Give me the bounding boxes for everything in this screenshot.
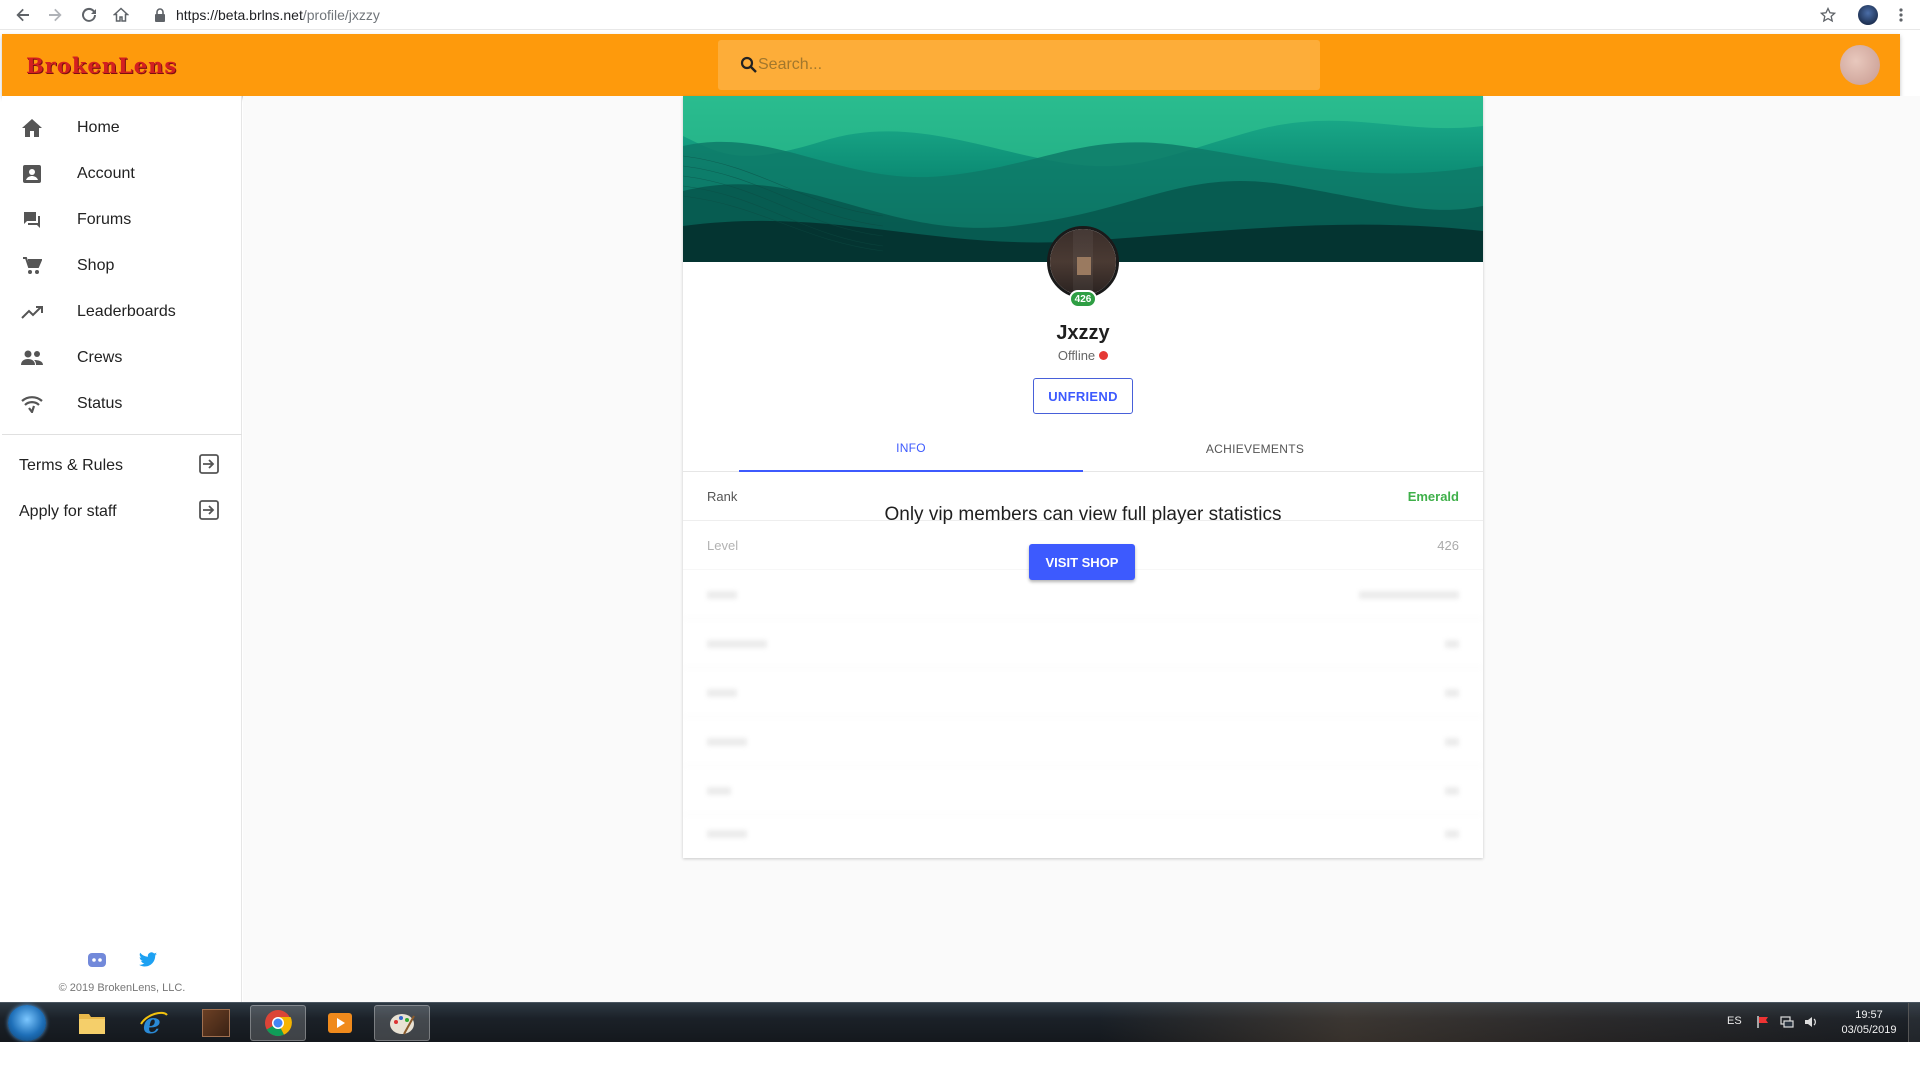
sidebar-item-label: Crews	[77, 349, 123, 366]
game-app-icon[interactable]	[188, 1005, 244, 1041]
main-content: 426 Jxzzy Offline UNFRIEND INFO ACHIEVEM…	[243, 96, 1920, 1002]
lock-icon	[155, 8, 165, 22]
browser-toolbar: https://beta.brlns.net/profile/jxzzy	[0, 0, 1920, 30]
volume-icon[interactable]	[1804, 1015, 1818, 1029]
bookmark-star-icon[interactable]	[1815, 2, 1841, 28]
file-explorer-icon[interactable]	[64, 1005, 120, 1041]
language-indicator[interactable]: ES	[1727, 1015, 1742, 1027]
reload-icon[interactable]	[76, 2, 102, 28]
sidebar-item-label: Home	[77, 119, 120, 136]
action-center-flag-icon[interactable]	[1756, 1015, 1770, 1029]
user-avatar[interactable]	[1840, 45, 1880, 85]
sidebar: Home Account Forums Shop Leaderboards Cr…	[2, 96, 242, 1002]
sidebar-item-home[interactable]: Home	[2, 105, 242, 151]
tab-achievements[interactable]: ACHIEVEMENTS	[1083, 426, 1427, 472]
status-text: Offline	[1057, 348, 1096, 363]
back-arrow-icon[interactable]	[10, 2, 36, 28]
sidebar-item-label: Leaderboards	[77, 303, 176, 320]
tab-info[interactable]: INFO	[739, 426, 1083, 472]
screen-bottom-margin	[0, 1042, 1920, 1080]
stat-value: Emerald	[1407, 489, 1459, 504]
unfriend-button[interactable]: UNFRIEND	[1033, 378, 1133, 414]
forum-icon	[20, 208, 44, 232]
brand-logo[interactable]: BrokenLens	[26, 53, 177, 78]
visit-shop-button[interactable]: VISIT SHOP	[1029, 544, 1135, 580]
sidebar-item-forums[interactable]: Forums	[2, 197, 242, 243]
exit-to-app-icon	[199, 499, 219, 525]
address-bar[interactable]: https://beta.brlns.net/profile/jxzzy	[150, 3, 1810, 27]
sidebar-item-leaderboards[interactable]: Leaderboards	[2, 289, 242, 335]
exit-to-app-icon	[199, 453, 219, 479]
paint-icon[interactable]	[374, 1005, 430, 1041]
twitter-icon[interactable]	[139, 952, 157, 973]
online-status: Offline	[683, 348, 1483, 363]
sidebar-link-label: Apply for staff	[19, 503, 117, 520]
sidebar-item-crews[interactable]: Crews	[2, 335, 242, 381]
vip-message: Only vip members can view full player st…	[884, 504, 1282, 525]
search-input[interactable]	[758, 56, 1258, 74]
system-clock[interactable]: 19:57 03/05/2019	[1836, 1008, 1902, 1038]
trending-up-icon	[20, 300, 44, 324]
url-text: https://beta.brlns.net/profile/jxzzy	[176, 7, 380, 23]
clock-time: 19:57	[1855, 1009, 1883, 1021]
kebab-menu-icon[interactable]	[1888, 2, 1914, 28]
discord-icon[interactable]	[87, 952, 107, 973]
chrome-icon[interactable]	[250, 1005, 306, 1041]
home-browser-icon[interactable]	[108, 2, 134, 28]
home-icon	[20, 116, 44, 140]
copyright: © 2019 BrokenLens, LLC.	[58, 982, 186, 994]
account-box-icon	[20, 162, 44, 186]
profile-username: Jxzzy	[1056, 322, 1110, 344]
stat-label: Rank	[707, 489, 738, 504]
signal-icon	[20, 392, 44, 416]
show-desktop-button[interactable]	[1908, 1003, 1920, 1043]
group-icon	[20, 346, 44, 370]
profile-avatar	[1047, 226, 1119, 298]
offline-dot-icon	[1099, 351, 1109, 360]
forward-arrow-icon[interactable]	[42, 2, 68, 28]
clock-date: 03/05/2019	[1841, 1024, 1897, 1036]
media-player-icon[interactable]	[312, 1005, 368, 1041]
network-icon[interactable]	[1780, 1015, 1794, 1029]
profile-avatar-icon[interactable]	[1855, 2, 1881, 28]
sidebar-item-account[interactable]: Account	[2, 151, 242, 197]
sidebar-item-label: Shop	[77, 257, 115, 274]
sidebar-item-status[interactable]: Status	[2, 381, 242, 427]
search-icon	[740, 56, 757, 73]
cart-icon	[20, 254, 44, 278]
sidebar-item-label: Account	[77, 165, 135, 182]
search-box[interactable]	[718, 40, 1320, 90]
stat-row-hidden	[683, 810, 1483, 858]
sidebar-divider	[2, 434, 242, 435]
profile-tabs: INFO ACHIEVEMENTS	[683, 426, 1483, 472]
sidebar-item-label: Status	[77, 395, 123, 412]
sidebar-link-apply-staff[interactable]: Apply for staff	[19, 492, 219, 532]
internet-explorer-icon[interactable]: e	[126, 1005, 182, 1041]
vip-overlay: Only vip members can view full player st…	[683, 504, 1483, 804]
sidebar-item-label: Forums	[77, 211, 132, 228]
sidebar-item-shop[interactable]: Shop	[2, 243, 242, 289]
sidebar-link-terms[interactable]: Terms & Rules	[19, 446, 219, 486]
social-links	[2, 952, 242, 973]
app-header: BrokenLens	[2, 34, 1900, 96]
level-badge: 426	[1069, 290, 1097, 308]
windows-taskbar: e ES 19:57 03/05/2019	[0, 1002, 1920, 1043]
sidebar-link-label: Terms & Rules	[19, 457, 124, 474]
profile-card: 426 Jxzzy Offline UNFRIEND INFO ACHIEVEM…	[683, 96, 1483, 858]
start-button[interactable]	[8, 1005, 46, 1041]
